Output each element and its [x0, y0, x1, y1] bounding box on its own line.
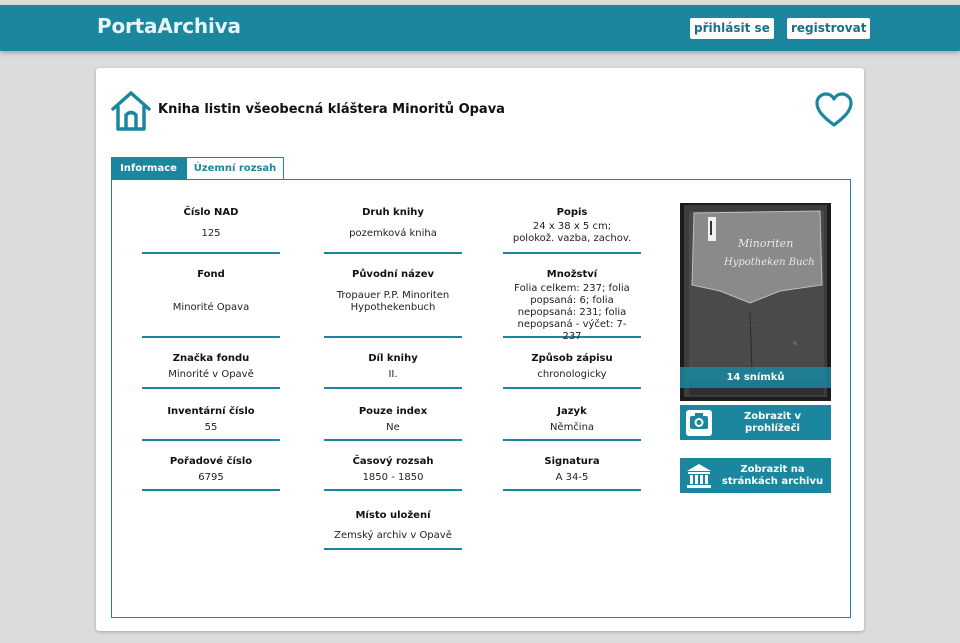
camera-icon: [686, 410, 712, 436]
field-label: Fond: [197, 269, 225, 280]
field-value: Němčina: [549, 422, 595, 433]
field-label: Místo uložení: [355, 510, 431, 521]
register-button[interactable]: registrovat: [787, 18, 871, 39]
field-value: pozemková kniha: [349, 228, 437, 239]
field-mnozstvi: Množství Folia celkem: 237; folia popsan…: [503, 269, 641, 342]
field-value: Minorité v Opavě: [168, 369, 254, 380]
book-thumbnail[interactable]: Minoriten Hypotheken Buch 14 snímků: [680, 203, 831, 401]
field-label: Číslo NAD: [183, 207, 239, 218]
top-navbar: PortaArchiva přihlásit se registrovat: [0, 5, 960, 51]
field-value: chronologicky: [537, 369, 607, 380]
image-count-badge: 14 snímků: [680, 367, 831, 388]
field-label: Díl knihy: [368, 353, 418, 364]
field-druh-knihy: Druh knihy pozemková kniha: [324, 207, 462, 254]
field-cislo-nad: Číslo NAD 125: [142, 207, 280, 254]
home-icon[interactable]: [110, 90, 152, 132]
field-value: 6795: [198, 472, 224, 483]
record-title: Kniha listin všeobecná kláštera Minoritů…: [158, 102, 505, 117]
cover-title-line-2: Hypotheken Buch: [723, 257, 815, 268]
field-value: Ne: [386, 422, 400, 433]
field-pouze-index: Pouze index Ne: [324, 406, 462, 441]
field-label: Pořadové číslo: [169, 456, 253, 467]
cover-title-line-1: Minoriten: [737, 237, 793, 250]
field-label: Způsob zápisu: [531, 353, 613, 364]
field-value: 125: [201, 228, 221, 239]
brand-logo[interactable]: PortaArchiva: [97, 14, 241, 38]
field-label: Původní název: [351, 269, 434, 280]
field-znacka-fondu: Značka fondu Minorité v Opavě: [142, 353, 280, 389]
field-dil-knihy: Díl knihy II.: [324, 353, 462, 389]
field-label: Značka fondu: [172, 353, 250, 364]
open-archive-website-label: Zobrazit na stránkách archivu: [721, 463, 824, 487]
field-poradove-cislo: Pořadové číslo 6795: [142, 456, 280, 491]
field-label: Jazyk: [557, 406, 587, 417]
info-panel: Číslo NAD 125 Druh knihy pozemková kniha…: [111, 179, 851, 618]
field-label: Inventární číslo: [167, 406, 255, 417]
field-label: Pouze index: [358, 406, 428, 417]
field-value: Zemský archiv v Opavě: [334, 530, 452, 541]
field-casovy-rozsah: Časový rozsah 1850 - 1850: [324, 456, 462, 491]
field-value: 55: [204, 422, 218, 433]
record-card: Kniha listin všeobecná kláštera Minoritů…: [96, 68, 864, 631]
heart-icon[interactable]: [814, 92, 854, 128]
field-fond: Fond Minorité Opava: [142, 269, 280, 338]
field-value: Folia celkem: 237; folia popsaná: 6; fol…: [514, 283, 630, 342]
open-viewer-label: Zobrazit v prohlížeči: [744, 410, 801, 434]
open-viewer-button[interactable]: Zobrazit v prohlížeči: [680, 405, 831, 440]
field-zpusob-zapisu: Způsob zápisu chronologicky: [503, 353, 641, 389]
field-puvodni-nazev: Původní název Tropauer P.P. Minoriten Hy…: [324, 269, 462, 338]
field-value: 1850 - 1850: [362, 472, 424, 483]
field-label: Popis: [556, 207, 588, 218]
field-popis: Popis 24 x 38 x 5 cm; polokož. vazba, za…: [503, 207, 641, 254]
field-label: Časový rozsah: [352, 456, 434, 467]
institution-icon: [687, 464, 711, 488]
field-label: Druh knihy: [362, 207, 424, 218]
field-signatura: Signatura A 34-5: [503, 456, 641, 491]
tab-uzemni-rozsah[interactable]: Územní rozsah: [186, 157, 284, 180]
field-label: Signatura: [544, 456, 600, 467]
field-value: 24 x 38 x 5 cm; polokož. vazba, zachov.: [512, 221, 632, 244]
open-archive-website-button[interactable]: Zobrazit na stránkách archivu: [680, 458, 831, 493]
field-value: Tropauer P.P. Minoriten Hypothekenbuch: [336, 290, 450, 313]
field-value: Minorité Opava: [172, 302, 250, 313]
field-inventarni-cislo: Inventární číslo 55: [142, 406, 280, 441]
login-button[interactable]: přihlásit se: [690, 18, 774, 39]
field-value: A 34-5: [555, 472, 589, 483]
field-label: Množství: [546, 269, 598, 280]
tab-informace[interactable]: Informace: [111, 157, 186, 180]
field-misto-ulozeni: Místo uložení Zemský archiv v Opavě: [324, 510, 462, 550]
field-value: II.: [388, 369, 398, 380]
field-jazyk: Jazyk Němčina: [503, 406, 641, 441]
